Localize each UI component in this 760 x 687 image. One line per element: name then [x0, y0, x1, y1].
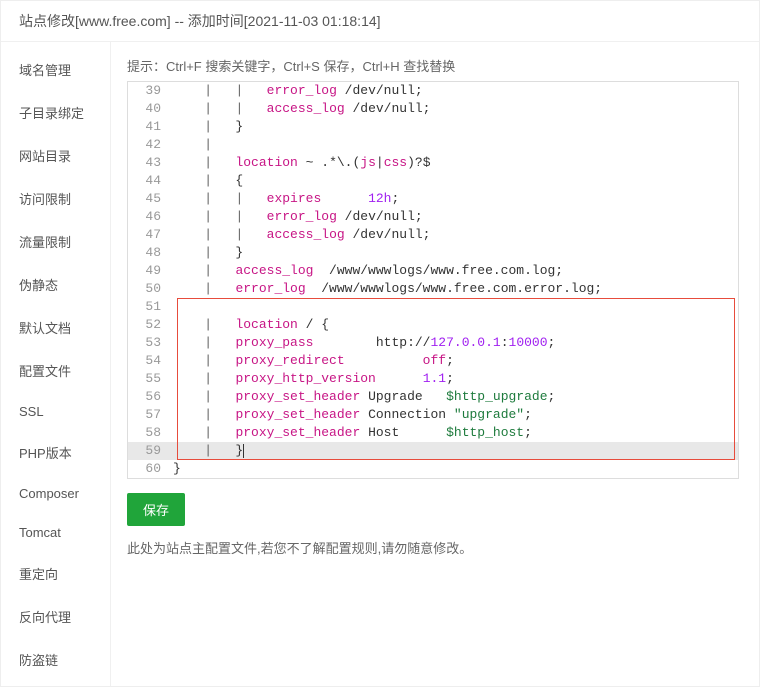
code-content[interactable]: | }: [173, 118, 738, 136]
gutter: 43: [128, 154, 173, 172]
gutter: 60: [128, 460, 173, 478]
code-content[interactable]: | proxy_redirect off;: [173, 352, 738, 370]
code-line[interactable]: 39 | | error_log /dev/null;: [128, 82, 738, 100]
code-content[interactable]: | | error_log /dev/null;: [173, 82, 738, 100]
sidebar-item-0[interactable]: 域名管理: [1, 48, 110, 91]
main-panel: 提示：Ctrl+F 搜索关键字，Ctrl+S 保存，Ctrl+H 查找替换 39…: [111, 42, 759, 686]
code-content[interactable]: | location / {: [173, 316, 738, 334]
gutter: 45: [128, 190, 173, 208]
dialog-title: 站点修改[www.free.com] -- 添加时间[2021-11-03 01…: [1, 1, 759, 42]
code-line[interactable]: 48 | }: [128, 244, 738, 262]
gutter: 58: [128, 424, 173, 442]
sidebar-item-4[interactable]: 流量限制: [1, 220, 110, 263]
gutter: 52: [128, 316, 173, 334]
gutter: 57: [128, 406, 173, 424]
gutter: 54: [128, 352, 173, 370]
code-content[interactable]: | | error_log /dev/null;: [173, 208, 738, 226]
gutter: 53: [128, 334, 173, 352]
code-line[interactable]: 50 | error_log /www/wwwlogs/www.free.com…: [128, 280, 738, 298]
code-content[interactable]: }: [173, 460, 738, 478]
code-line[interactable]: 43 | location ~ .*\.(js|css)?$: [128, 154, 738, 172]
code-content[interactable]: | }: [173, 244, 738, 262]
save-button[interactable]: 保存: [127, 493, 185, 526]
code-line[interactable]: 51: [128, 298, 738, 316]
sidebar-item-12[interactable]: 重定向: [1, 552, 110, 595]
gutter: 59: [128, 442, 173, 460]
sidebar-item-11[interactable]: Tomcat: [1, 513, 110, 552]
code-line[interactable]: 45 | | expires 12h;: [128, 190, 738, 208]
code-line[interactable]: 42 |: [128, 136, 738, 154]
code-line[interactable]: 52 | location / {: [128, 316, 738, 334]
code-content[interactable]: [173, 298, 738, 316]
gutter: 55: [128, 370, 173, 388]
code-content[interactable]: | proxy_set_header Upgrade $http_upgrade…: [173, 388, 738, 406]
gutter: 49: [128, 262, 173, 280]
gutter: 51: [128, 298, 173, 316]
code-editor[interactable]: 39 | | error_log /dev/null;40 | | access…: [127, 81, 739, 479]
gutter: 46: [128, 208, 173, 226]
sidebar-item-13[interactable]: 反向代理: [1, 595, 110, 638]
sidebar-item-7[interactable]: 配置文件: [1, 349, 110, 392]
dialog: 站点修改[www.free.com] -- 添加时间[2021-11-03 01…: [0, 0, 760, 687]
code-line[interactable]: 46 | | error_log /dev/null;: [128, 208, 738, 226]
code-line[interactable]: 60}: [128, 460, 738, 478]
editor-wrap: 39 | | error_log /dev/null;40 | | access…: [127, 81, 739, 479]
code-content[interactable]: |: [173, 136, 738, 154]
sidebar-item-5[interactable]: 伪静态: [1, 263, 110, 306]
code-line[interactable]: 53 | proxy_pass http://127.0.0.1:10000;: [128, 334, 738, 352]
code-line[interactable]: 49 | access_log /www/wwwlogs/www.free.co…: [128, 262, 738, 280]
gutter: 39: [128, 82, 173, 100]
code-line[interactable]: 47 | | access_log /dev/null;: [128, 226, 738, 244]
sidebar-item-8[interactable]: SSL: [1, 392, 110, 431]
code-content[interactable]: | {: [173, 172, 738, 190]
code-line[interactable]: 56 | proxy_set_header Upgrade $http_upgr…: [128, 388, 738, 406]
sidebar-item-14[interactable]: 防盗链: [1, 638, 110, 681]
editor-hint: 提示：Ctrl+F 搜索关键字，Ctrl+S 保存，Ctrl+H 查找替换: [127, 56, 739, 75]
sidebar-item-2[interactable]: 网站目录: [1, 134, 110, 177]
gutter: 47: [128, 226, 173, 244]
gutter: 48: [128, 244, 173, 262]
code-content[interactable]: | }: [173, 442, 738, 460]
code-content[interactable]: | proxy_set_header Connection "upgrade";: [173, 406, 738, 424]
sidebar-item-3[interactable]: 访问限制: [1, 177, 110, 220]
sidebar: 域名管理子目录绑定网站目录访问限制流量限制伪静态默认文档配置文件SSLPHP版本…: [1, 42, 111, 686]
code-line[interactable]: 41 | }: [128, 118, 738, 136]
code-content[interactable]: | | access_log /dev/null;: [173, 226, 738, 244]
code-content[interactable]: | error_log /www/wwwlogs/www.free.com.er…: [173, 280, 738, 298]
gutter: 42: [128, 136, 173, 154]
code-line[interactable]: 57 | proxy_set_header Connection "upgrad…: [128, 406, 738, 424]
code-line[interactable]: 58 | proxy_set_header Host $http_host;: [128, 424, 738, 442]
gutter: 56: [128, 388, 173, 406]
code-content[interactable]: | proxy_http_version 1.1;: [173, 370, 738, 388]
sidebar-item-6[interactable]: 默认文档: [1, 306, 110, 349]
sidebar-item-1[interactable]: 子目录绑定: [1, 91, 110, 134]
text-cursor: [243, 444, 244, 458]
sidebar-item-10[interactable]: Composer: [1, 474, 110, 513]
code-content[interactable]: | proxy_set_header Host $http_host;: [173, 424, 738, 442]
dialog-body: 域名管理子目录绑定网站目录访问限制流量限制伪静态默认文档配置文件SSLPHP版本…: [1, 42, 759, 686]
code-content[interactable]: | | expires 12h;: [173, 190, 738, 208]
code-line[interactable]: 55 | proxy_http_version 1.1;: [128, 370, 738, 388]
code-line[interactable]: 59 | }: [128, 442, 738, 460]
gutter: 44: [128, 172, 173, 190]
code-content[interactable]: | | access_log /dev/null;: [173, 100, 738, 118]
gutter: 40: [128, 100, 173, 118]
gutter: 50: [128, 280, 173, 298]
gutter: 41: [128, 118, 173, 136]
code-line[interactable]: 44 | {: [128, 172, 738, 190]
code-content[interactable]: | location ~ .*\.(js|css)?$: [173, 154, 738, 172]
sidebar-item-15[interactable]: 网站日志: [1, 681, 110, 686]
config-warning: 此处为站点主配置文件,若您不了解配置规则,请勿随意修改。: [127, 538, 739, 557]
code-line[interactable]: 54 | proxy_redirect off;: [128, 352, 738, 370]
code-content[interactable]: | access_log /www/wwwlogs/www.free.com.l…: [173, 262, 738, 280]
sidebar-item-9[interactable]: PHP版本: [1, 431, 110, 474]
code-content[interactable]: | proxy_pass http://127.0.0.1:10000;: [173, 334, 738, 352]
code-line[interactable]: 40 | | access_log /dev/null;: [128, 100, 738, 118]
